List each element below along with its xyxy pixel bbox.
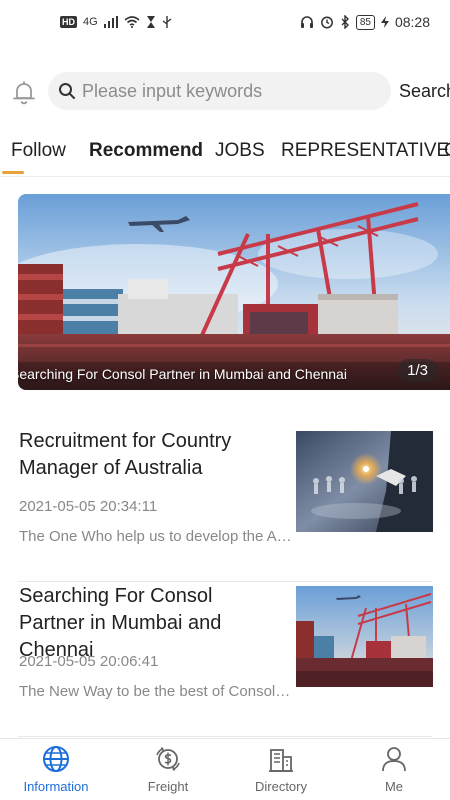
news-date: 2021-05-05 20:34:11 bbox=[19, 498, 158, 515]
news-title: Searching For Consol Partner in Mumbai a… bbox=[19, 585, 222, 661]
person-icon bbox=[382, 747, 406, 772]
news-item[interactable]: Recruitment for Country Manager of Austr… bbox=[18, 428, 433, 582]
charging-icon bbox=[380, 16, 389, 28]
news-description: The One Who help us to develop the Austr… bbox=[19, 528, 294, 545]
search-button[interactable]: Search bbox=[399, 81, 450, 102]
news-date: 2021-05-05 20:06:41 bbox=[19, 653, 159, 670]
search-input[interactable] bbox=[82, 80, 372, 102]
bottom-navigation: Information Freight Directory Me bbox=[0, 738, 450, 800]
tab-jobs[interactable]: JOBS bbox=[215, 140, 265, 162]
headset-icon bbox=[300, 16, 313, 28]
status-bar: HD 4G 85 08:28 bbox=[0, 0, 450, 48]
nav-me[interactable]: Me bbox=[338, 739, 450, 800]
search-row: Search bbox=[0, 72, 450, 112]
banner-pager: 1/3 bbox=[397, 359, 438, 382]
tab-follow[interactable]: Follow bbox=[11, 140, 66, 162]
nav-label: Freight bbox=[147, 779, 189, 794]
nav-information[interactable]: Information bbox=[0, 739, 112, 800]
globe-icon bbox=[43, 746, 69, 772]
network-label: 4G bbox=[83, 16, 98, 28]
news-thumbnail bbox=[296, 586, 433, 687]
signal-icon bbox=[103, 16, 118, 28]
nav-freight[interactable]: Freight bbox=[112, 739, 224, 800]
bluetooth-icon bbox=[341, 15, 349, 29]
tab-representative[interactable]: REPRESENTATIVE bbox=[281, 140, 449, 162]
nav-label: Information bbox=[23, 779, 89, 794]
status-left: HD 4G bbox=[60, 16, 172, 28]
wifi-icon bbox=[124, 16, 140, 28]
news-description: The New Way to be the best of Consol Par… bbox=[19, 683, 294, 700]
battery-level: 85 bbox=[355, 14, 375, 30]
status-right: 85 08:28 bbox=[300, 14, 430, 30]
tab-recommend[interactable]: Recommend bbox=[89, 140, 203, 162]
usb-icon bbox=[162, 16, 172, 28]
news-thumbnail bbox=[296, 431, 433, 532]
freight-icon bbox=[156, 747, 180, 771]
nav-directory[interactable]: Directory bbox=[225, 739, 337, 800]
port-logistics-image bbox=[296, 586, 433, 687]
tab-partial[interactable]: C bbox=[444, 140, 450, 162]
banner-caption: Searching For Consol Partner in Mumbai a… bbox=[18, 366, 347, 382]
banner-carousel[interactable]: Searching For Consol Partner in Mumbai a… bbox=[18, 194, 450, 390]
news-title: Recruitment for Country Manager of Austr… bbox=[19, 430, 232, 479]
banner-image bbox=[18, 194, 450, 390]
tabs-divider bbox=[0, 176, 450, 177]
business-figures-image bbox=[296, 431, 433, 532]
hd-badge: HD bbox=[60, 16, 77, 28]
directory-icon bbox=[269, 749, 293, 772]
search-icon bbox=[59, 83, 75, 99]
hourglass-icon bbox=[146, 16, 155, 28]
alarm-icon bbox=[320, 16, 333, 29]
nav-label: Directory bbox=[254, 779, 307, 794]
news-item[interactable]: Searching For Consol Partner in Mumbai a… bbox=[18, 583, 433, 737]
nav-label: Me bbox=[384, 779, 404, 794]
category-tabs: Follow Recommend JOBS REPRESENTATIVE C bbox=[0, 134, 450, 176]
search-box[interactable] bbox=[48, 72, 391, 110]
active-tab-indicator bbox=[2, 171, 24, 174]
bell-icon[interactable] bbox=[10, 78, 38, 106]
clock-time: 08:28 bbox=[394, 14, 430, 30]
